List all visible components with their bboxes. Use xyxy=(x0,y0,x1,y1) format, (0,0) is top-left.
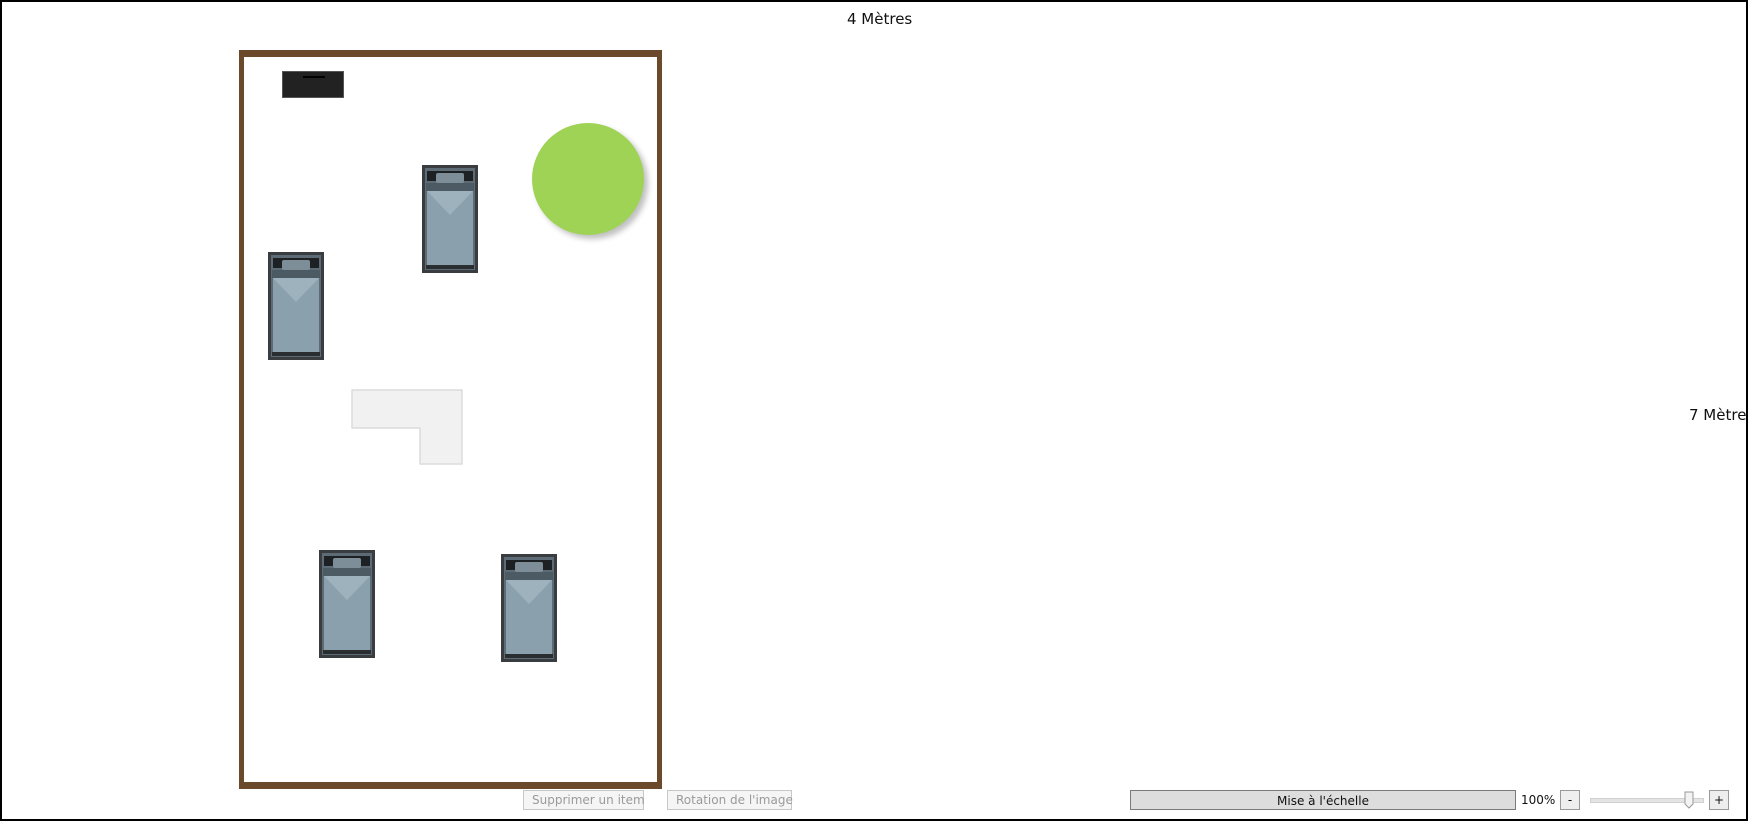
single-bed-icon[interactable] xyxy=(319,550,375,658)
zoom-slider[interactable] xyxy=(1590,790,1704,810)
room-floorplan[interactable] xyxy=(239,50,662,789)
room-height-label: 7 Mètres xyxy=(1689,406,1748,424)
plant-icon[interactable] xyxy=(532,123,644,235)
zoom-value: 100% xyxy=(1521,793,1556,807)
rotate-image-button[interactable]: Rotation de l'image xyxy=(667,790,793,810)
single-bed-icon[interactable] xyxy=(501,554,557,662)
zoom-in-button[interactable]: + xyxy=(1709,790,1729,810)
tv-icon[interactable] xyxy=(282,71,344,98)
corner-desk-icon[interactable] xyxy=(350,388,464,466)
delete-item-button[interactable]: Supprimer un item xyxy=(523,790,645,810)
single-bed-icon[interactable] xyxy=(268,252,324,360)
room-width-label: 4 Mètres xyxy=(847,10,913,28)
zoom-slider-thumb[interactable] xyxy=(1684,791,1694,809)
scale-button[interactable]: Mise à l'échelle xyxy=(1130,790,1516,810)
window-frame: 4 Mètres 7 Mètres Supprimer un item Rota… xyxy=(0,0,1748,821)
zoom-out-button[interactable]: - xyxy=(1560,790,1580,810)
single-bed-icon[interactable] xyxy=(422,165,478,273)
